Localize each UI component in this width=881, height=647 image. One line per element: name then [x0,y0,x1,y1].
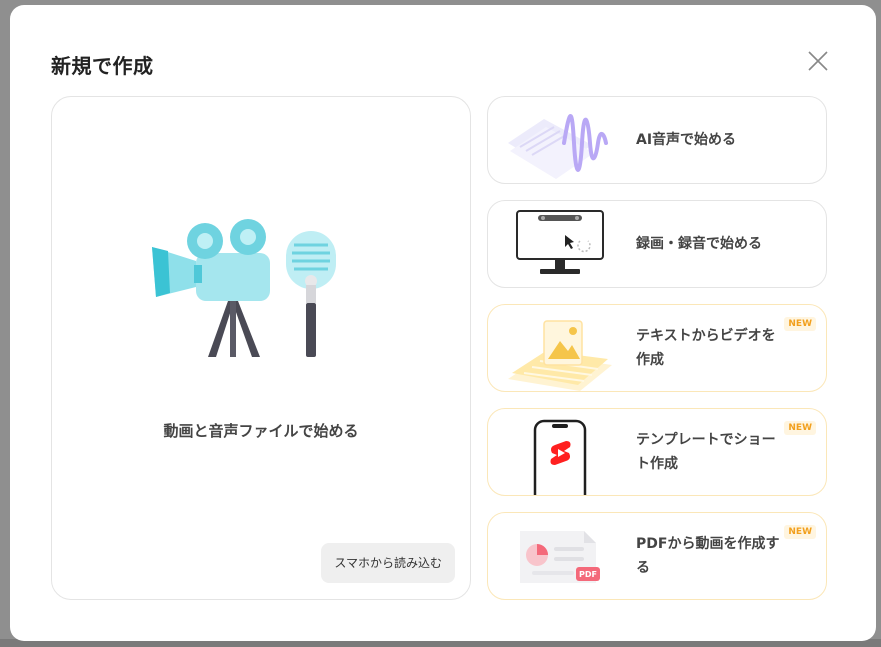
template-short-label: テンプレートでショート作成 [636,432,776,472]
text-to-video-card[interactable]: テキストからビデオを作成 NEW [487,304,827,392]
start-with-recording-card[interactable]: 録画・録音で始める [487,200,827,288]
camera-mic-illustration [152,219,336,357]
close-button[interactable] [806,49,830,73]
start-with-media-files-card[interactable]: 動画と音声ファイルで始める スマホから読み込む [51,96,471,600]
dialog-title: 新規で作成 [51,54,154,78]
template-short-card[interactable]: テンプレートでショート作成 NEW [487,408,827,496]
import-from-phone-button[interactable]: スマホから読み込む [321,543,455,583]
new-badge: NEW [784,421,816,435]
new-badge: NEW [784,525,816,539]
pdf-to-video-card[interactable]: PDF PDFから動画を作成する NEW [487,512,827,600]
new-badge: NEW [784,317,816,331]
text-to-video-illustration [508,320,612,391]
pdf-illustration: PDF [520,531,600,583]
recording-label: 録画・録音で始める [636,236,762,252]
pdf-tag: PDF [579,570,597,579]
ai-voice-illustration [508,114,608,179]
create-new-dialog: 新規で作成 動画と音声ファイルで始める スマホから読み込む AI音声で始める 録… [10,5,876,641]
text-to-video-label: テキストからビデオを作成 [636,328,776,368]
pdf-to-video-label: PDFから動画を作成する [636,536,780,576]
short-phone-illustration [533,419,587,495]
start-with-media-files-label: 動画と音声ファイルで始める [163,422,359,440]
start-with-ai-voice-card[interactable]: AI音声で始める [487,96,827,184]
close-icon [808,51,828,71]
ai-voice-label: AI音声で始める [636,132,737,148]
screen-record-illustration [516,210,604,274]
